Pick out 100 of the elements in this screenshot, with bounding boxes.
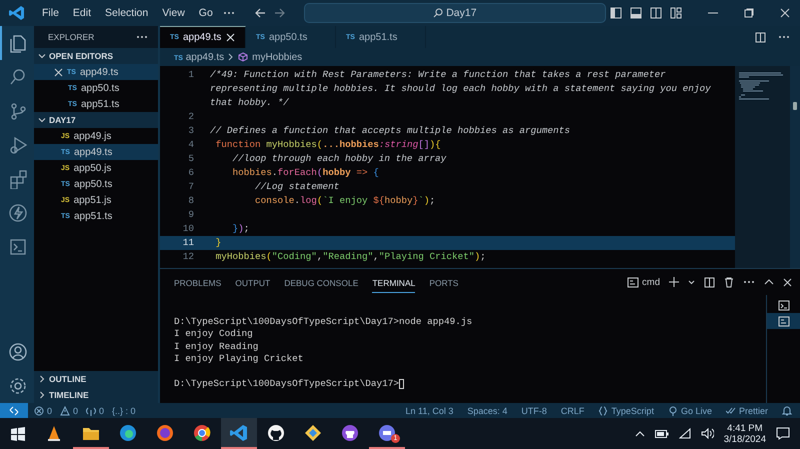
back-arrow-icon[interactable] [254,7,266,19]
bell-icon[interactable] [782,406,792,416]
terminal-list-item[interactable] [767,313,800,329]
forward-arrow-icon[interactable] [274,7,286,19]
code-line: function myHobbies(...hobbies:string[]){ [214,138,441,152]
sidebar-layout-icon[interactable] [610,7,622,19]
shell-label[interactable]: cmd [642,276,660,288]
code-line: } [214,236,222,250]
panel-tab[interactable]: DEBUG CONSOLE [284,272,358,292]
run-debug-icon[interactable] [8,135,28,155]
broadcast-icon [668,406,678,416]
clock-time[interactable]: 4:41 PM [727,422,763,434]
section-label: DAY17 [49,115,76,125]
status-item[interactable]: Spaces: 4 [467,406,508,416]
plus-icon[interactable] [669,277,679,287]
line-number: 5 [187,152,194,166]
status-item[interactable]: TypeScript [611,406,654,416]
menu-item[interactable]: Go [194,5,218,21]
line-number: 10 [182,222,194,236]
wifi-icon[interactable] [678,428,691,439]
status-item[interactable]: Ln 11, Col 3 [406,406,454,416]
split-terminal-icon[interactable] [704,276,715,288]
code-line: myHobbies("Coding","Reading","Playing Cricket"); [214,250,486,264]
chevron-icon[interactable] [688,280,695,284]
panel-tab[interactable]: PORTS [429,272,458,292]
clock-date[interactable]: 3/18/2024 [724,434,766,444]
error-icon [34,406,44,416]
line-number: 11 [182,236,194,250]
menu-item[interactable]: File [37,5,64,21]
search-text: Day17 [446,7,477,19]
panel-layout-icon[interactable] [630,7,642,19]
section-label[interactable]: OUTLINE [49,374,86,384]
search-icon [433,8,444,18]
close-icon[interactable] [54,68,63,76]
terminal-line: D:\TypeScript\100DaysOfTypeScript\Day17> [174,378,400,390]
more-icon[interactable] [136,34,148,40]
browser-icon [193,424,211,442]
chat-app-icon [378,424,396,442]
menu-item[interactable]: Edit [68,5,96,21]
line-number: 7 [187,180,194,194]
settings-icon[interactable] [8,376,28,396]
code-line: // Defines a function that accepts multiple hobbies as arguments [210,124,570,138]
customize-layout-icon[interactable] [670,7,682,19]
cube-icon [238,52,248,62]
terminal-icon[interactable] [8,237,28,257]
terminal-line: I enjoy Playing Cricket [174,353,304,364]
battery-icon[interactable] [654,430,669,438]
menu-item[interactable]: Selection [100,5,154,21]
more-icon[interactable] [778,34,790,40]
panel-tab[interactable]: OUTPUT [235,272,270,292]
remote-button[interactable] [0,403,28,418]
scrollbar-thumb[interactable] [793,102,797,110]
trash-icon[interactable] [724,276,734,288]
diamond-icon [304,424,322,442]
line-number: 9 [187,208,194,222]
status-item[interactable]: 0 [47,406,52,416]
line-number: 2 [187,110,194,124]
status-item[interactable]: 0 [99,406,104,416]
windows-logo-icon[interactable] [11,426,25,440]
warning-icon [60,406,70,416]
terminal-icon [778,300,790,310]
split-editor-icon[interactable] [755,32,766,42]
files-icon[interactable] [8,33,28,53]
restore-icon[interactable] [744,8,754,18]
search-field[interactable]: Day17 [304,3,606,23]
code-line: console.log(`I enjoy ${hobby}`); [254,194,436,208]
code-line: //Log statement [254,180,340,194]
status-item[interactable]: Prettier [738,406,768,416]
lightning-icon[interactable] [8,203,28,223]
breadcrumb-item[interactable]: myHobbies [252,52,302,62]
browser-icon [156,424,174,442]
braces-icon [598,406,608,416]
double-check-icon [726,406,736,416]
browser-icon [119,424,137,442]
notification-icon[interactable] [776,427,790,440]
close-icon[interactable] [226,33,235,42]
panel-tab[interactable]: PROBLEMS [174,272,222,292]
line-number: 4 [187,138,194,152]
close-icon[interactable] [780,8,790,18]
split-layout-icon[interactable] [650,7,662,19]
more-icon[interactable] [743,279,755,285]
menu-item[interactable]: View [157,5,190,21]
account-icon[interactable] [8,342,28,362]
terminal-icon [778,316,790,326]
section-label: OPEN EDITORS [49,51,114,61]
status-item[interactable]: Go Live [680,406,712,416]
status-item[interactable]: {..} : 0 [112,406,136,416]
terminal-line: D:\TypeScript\100DaysOfTypeScript\Day17>node app49.js [174,316,472,327]
chevron-icon [228,53,234,61]
speaker-icon[interactable] [700,428,714,439]
status-item[interactable]: UTF-8 [521,406,547,416]
extensions-icon[interactable] [8,169,28,189]
chevron-up-icon[interactable] [764,279,774,285]
traffic-cone-icon [45,424,63,442]
status-item[interactable]: CRLF [560,406,584,416]
status-item[interactable]: 0 [73,406,78,416]
terminal-line: I enjoy Coding [174,328,253,340]
panel-tab[interactable]: TERMINAL [372,272,416,292]
line-number: 6 [187,166,194,180]
close-icon[interactable] [783,278,792,286]
